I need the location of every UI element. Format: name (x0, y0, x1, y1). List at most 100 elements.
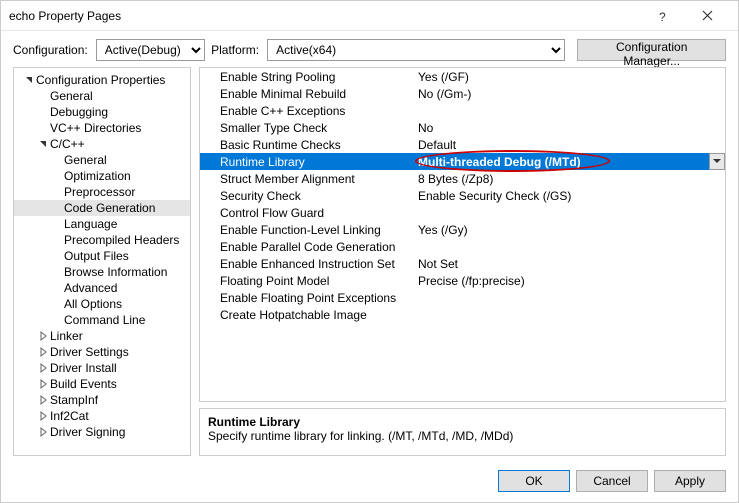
description-text: Specify runtime library for linking. (/M… (208, 429, 717, 443)
config-manager-button[interactable]: Configuration Manager... (577, 39, 726, 61)
chevron-right-icon[interactable] (38, 411, 50, 421)
footer: OK Cancel Apply (1, 464, 738, 502)
grid-label: Runtime Library (220, 155, 418, 169)
tree-item[interactable]: Build Events (14, 376, 190, 392)
chevron-right-icon[interactable] (38, 347, 50, 357)
help-icon[interactable]: ? (640, 2, 685, 30)
grid-value: Yes (/GF) (418, 70, 725, 84)
chevron-right-icon[interactable] (38, 427, 50, 437)
grid-row[interactable]: Enable Function-Level LinkingYes (/Gy) (200, 221, 725, 238)
grid-row[interactable]: Struct Member Alignment8 Bytes (/Zp8) (200, 170, 725, 187)
grid-row[interactable]: Enable C++ Exceptions (200, 102, 725, 119)
platform-label: Platform: (211, 43, 259, 57)
tree-item[interactable]: VC++ Directories (14, 120, 190, 136)
tree-item[interactable]: Output Files (14, 248, 190, 264)
grid-row[interactable]: Security CheckEnable Security Check (/GS… (200, 187, 725, 204)
tree-item[interactable]: StampInf (14, 392, 190, 408)
tree-item[interactable]: Code Generation (14, 200, 190, 216)
tree-item[interactable]: Preprocessor (14, 184, 190, 200)
tree-item[interactable]: Command Line (14, 312, 190, 328)
tree-item-label: All Options (64, 297, 122, 311)
tree-item[interactable]: Inf2Cat (14, 408, 190, 424)
config-row: Configuration: Active(Debug) Platform: A… (1, 31, 738, 67)
svg-text:?: ? (659, 10, 666, 23)
tree-item[interactable]: Driver Signing (14, 424, 190, 440)
tree-item-label: Inf2Cat (50, 409, 89, 423)
tree-pane[interactable]: Configuration Properties General Debugging… (13, 67, 191, 456)
grid-value: 8 Bytes (/Zp8) (418, 172, 725, 186)
grid-value: Not Set (418, 257, 725, 271)
grid-value: Default (418, 138, 725, 152)
tree-item-label: Preprocessor (64, 185, 135, 199)
tree-item-label: Debugging (50, 105, 108, 119)
chevron-right-icon[interactable] (38, 331, 50, 341)
tree-item-label: Linker (50, 329, 83, 343)
tree-item[interactable]: Debugging (14, 104, 190, 120)
property-grid[interactable]: Enable String PoolingYes (/GF)Enable Min… (199, 67, 726, 402)
grid-value: No (418, 121, 725, 135)
tree-item-label: Output Files (64, 249, 129, 263)
grid-row[interactable]: Smaller Type CheckNo (200, 119, 725, 136)
tree-item[interactable]: Browse Information (14, 264, 190, 280)
grid-row[interactable]: Create Hotpatchable Image (200, 306, 725, 323)
tree-item[interactable]: Advanced (14, 280, 190, 296)
grid-row[interactable]: Enable Floating Point Exceptions (200, 289, 725, 306)
tree-item[interactable]: Driver Install (14, 360, 190, 376)
tree-item[interactable]: Language (14, 216, 190, 232)
config-select[interactable]: Active(Debug) (96, 39, 205, 61)
grid-label: Enable Enhanced Instruction Set (220, 257, 418, 271)
close-icon[interactable] (685, 2, 730, 30)
grid-value: Yes (/Gy) (418, 223, 725, 237)
grid-row[interactable]: Control Flow Guard (200, 204, 725, 221)
platform-select[interactable]: Active(x64) (267, 39, 565, 61)
grid-row[interactable]: Enable Minimal RebuildNo (/Gm-) (200, 85, 725, 102)
grid-row[interactable]: Enable Parallel Code Generation (200, 238, 725, 255)
description-pane: Runtime Library Specify runtime library … (199, 408, 726, 456)
tree-item-label: Driver Install (50, 361, 117, 375)
ok-button[interactable]: OK (498, 470, 570, 492)
grid-row[interactable]: Enable String PoolingYes (/GF) (200, 68, 725, 85)
grid-row[interactable]: Basic Runtime ChecksDefault (200, 136, 725, 153)
config-label: Configuration: (13, 43, 88, 57)
grid-row[interactable]: Runtime LibraryMulti-threaded Debug (/MT… (200, 153, 725, 170)
grid-label: Control Flow Guard (220, 206, 418, 220)
tree-item[interactable]: Precompiled Headers (14, 232, 190, 248)
titlebar: echo Property Pages ? (1, 1, 738, 31)
tree-item-label: Code Generation (64, 201, 155, 215)
grid-value: Precise (/fp:precise) (418, 274, 725, 288)
tree-item[interactable]: Linker (14, 328, 190, 344)
grid-label: Enable Parallel Code Generation (220, 240, 418, 254)
dropdown-icon[interactable] (709, 153, 725, 170)
window-title: echo Property Pages (9, 9, 640, 23)
cancel-button[interactable]: Cancel (576, 470, 648, 492)
tree-item[interactable]: Optimization (14, 168, 190, 184)
grid-label: Enable Floating Point Exceptions (220, 291, 418, 305)
chevron-down-icon[interactable] (38, 139, 50, 149)
apply-button[interactable]: Apply (654, 470, 726, 492)
grid-label: Enable Function-Level Linking (220, 223, 418, 237)
grid-label: Enable C++ Exceptions (220, 104, 418, 118)
tree-item[interactable]: General (14, 152, 190, 168)
chevron-down-icon[interactable] (24, 75, 36, 85)
grid-value: Multi-threaded Debug (/MTd) (418, 155, 725, 169)
tree-item-label: General (64, 153, 107, 167)
chevron-right-icon[interactable] (38, 379, 50, 389)
description-title: Runtime Library (208, 415, 717, 429)
tree-item-label: Precompiled Headers (64, 233, 179, 247)
grid-value: Enable Security Check (/GS) (418, 189, 725, 203)
grid-label: Smaller Type Check (220, 121, 418, 135)
grid-label: Enable Minimal Rebuild (220, 87, 418, 101)
grid-row[interactable]: Floating Point ModelPrecise (/fp:precise… (200, 272, 725, 289)
tree-item[interactable]: Configuration Properties (14, 72, 190, 88)
tree-item-label: Configuration Properties (36, 73, 165, 87)
tree-item[interactable]: C/C++ (14, 136, 190, 152)
tree-item-label: C/C++ (50, 137, 85, 151)
tree-item[interactable]: All Options (14, 296, 190, 312)
chevron-right-icon[interactable] (38, 395, 50, 405)
tree-item-label: Browse Information (64, 265, 167, 279)
grid-row[interactable]: Enable Enhanced Instruction SetNot Set (200, 255, 725, 272)
tree-item-label: General (50, 89, 93, 103)
chevron-right-icon[interactable] (38, 363, 50, 373)
tree-item[interactable]: General (14, 88, 190, 104)
tree-item[interactable]: Driver Settings (14, 344, 190, 360)
